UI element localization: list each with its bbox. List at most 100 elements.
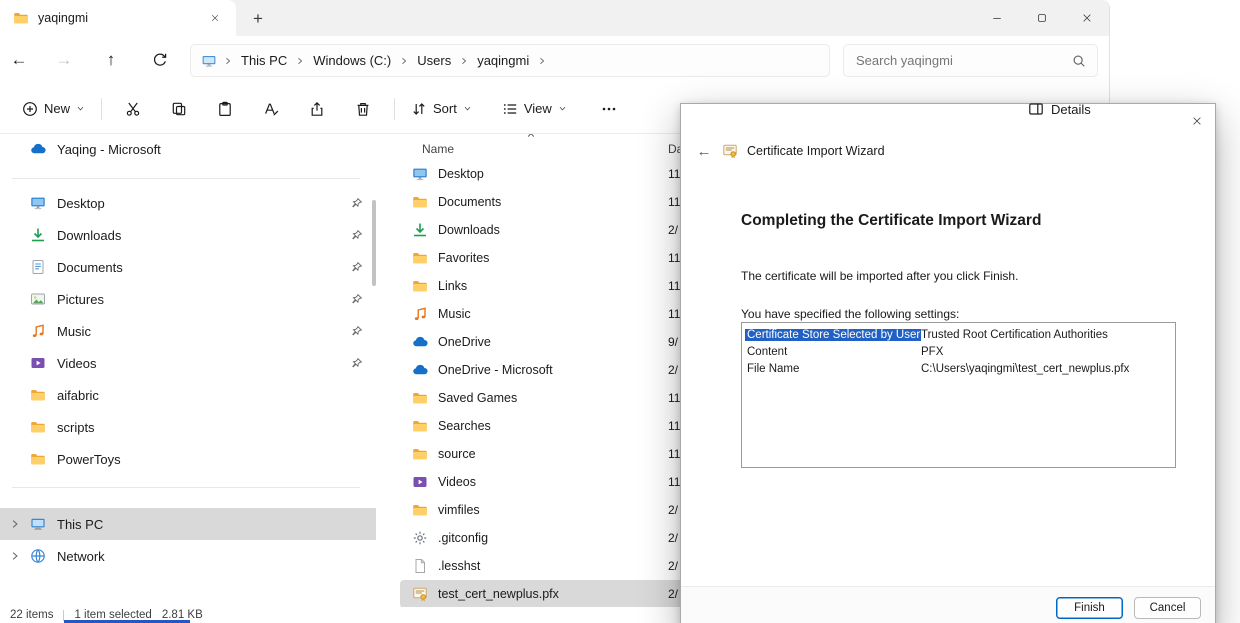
chevron-right-icon[interactable] — [399, 56, 409, 66]
sidebar-item[interactable]: PowerToys — [0, 443, 376, 475]
file-name: vimfiles — [438, 503, 480, 517]
more-options-button[interactable] — [589, 92, 629, 126]
chevron-right-icon[interactable] — [295, 56, 305, 66]
delete-button[interactable] — [340, 92, 386, 126]
more-icon — [601, 101, 617, 117]
share-button[interactable] — [294, 92, 340, 126]
pictures-icon — [30, 291, 46, 307]
delete-icon — [355, 101, 371, 117]
back-button[interactable]: ← — [0, 43, 38, 77]
minimize-button[interactable] — [974, 0, 1019, 36]
sidebar-item-label: Desktop — [57, 196, 105, 211]
view-button[interactable]: View — [494, 92, 575, 126]
chevron-right-icon[interactable] — [9, 550, 21, 562]
settings-row[interactable]: File Name C:\Users\yaqingmi\test_cert_ne… — [742, 360, 1175, 377]
sidebar-item[interactable]: Documents — [0, 251, 376, 283]
dialog-close-button[interactable] — [1182, 108, 1212, 134]
rename-button[interactable] — [248, 92, 294, 126]
file-name: Documents — [438, 195, 501, 209]
sidebar-tree-item[interactable]: Network — [0, 540, 376, 572]
setting-key: File Name — [745, 363, 801, 375]
settings-table[interactable]: Certificate Store Selected by User Trust… — [741, 322, 1176, 468]
explorer-tab[interactable]: yaqingmi — [0, 0, 236, 36]
refresh-button[interactable] — [141, 43, 179, 77]
share-icon — [309, 101, 325, 117]
file-name: Music — [438, 307, 471, 321]
chevron-right-icon[interactable] — [459, 56, 469, 66]
tab-title: yaqingmi — [38, 11, 195, 25]
cloud-icon — [412, 334, 428, 350]
dialog-title: Certificate Import Wizard — [747, 144, 885, 158]
status-divider — [63, 610, 64, 621]
sidebar-item[interactable]: scripts — [0, 411, 376, 443]
this-pc-icon — [201, 53, 217, 69]
finish-button[interactable]: Finish — [1056, 597, 1123, 619]
breadcrumb-item[interactable]: This PC — [239, 52, 289, 69]
pin-icon — [351, 293, 363, 305]
file-name: Searches — [438, 419, 491, 433]
close-button[interactable] — [1064, 0, 1109, 36]
cut-icon — [125, 101, 141, 117]
sidebar-item[interactable]: Desktop — [0, 187, 376, 219]
pin-icon — [351, 325, 363, 337]
setting-value: C:\Users\yaqingmi\test_cert_newplus.pfx — [921, 363, 1129, 375]
sidebar-item-label: PowerToys — [57, 452, 121, 467]
dialog-header: ← Certificate Import Wizard — [681, 138, 1215, 164]
search-box[interactable] — [843, 44, 1098, 77]
navigation-bar: ← → ↑ This PC Windows (C:) — [0, 36, 1109, 84]
sidebar-item[interactable]: Pictures — [0, 283, 376, 315]
sidebar-item-label: Network — [57, 549, 105, 564]
tab-close-icon[interactable] — [204, 7, 226, 29]
breadcrumb-item[interactable]: Users — [415, 52, 453, 69]
sort-button[interactable]: Sort — [403, 92, 480, 126]
copy-button[interactable] — [156, 92, 202, 126]
new-tab-button[interactable]: + — [245, 6, 271, 31]
new-button[interactable]: New — [14, 92, 93, 126]
certificate-import-wizard-dialog: ← Certificate Import Wizard Completing t… — [680, 103, 1216, 623]
folder-icon — [412, 502, 428, 518]
sidebar-item[interactable]: aifabric — [0, 379, 376, 411]
copy-icon — [171, 101, 187, 117]
breadcrumb-item[interactable]: Windows (C:) — [311, 52, 393, 69]
setting-value: PFX — [921, 346, 943, 358]
sidebar-tree-item[interactable]: This PC — [0, 508, 376, 540]
breadcrumb-item[interactable]: yaqingmi — [475, 52, 531, 69]
file-name: source — [438, 447, 476, 461]
dialog-footer: Finish Cancel — [681, 586, 1215, 623]
sidebar-item[interactable]: Downloads — [0, 219, 376, 251]
name-column-header[interactable]: Name — [422, 142, 454, 156]
sidebar-item-label: scripts — [57, 420, 95, 435]
settings-row[interactable]: Content PFX — [742, 343, 1175, 360]
sidebar-divider — [12, 178, 360, 179]
cut-button[interactable] — [110, 92, 156, 126]
sidebar-item[interactable]: Videos — [0, 347, 376, 379]
search-input[interactable] — [856, 53, 1063, 68]
desktop-icon — [30, 195, 46, 211]
settings-row[interactable]: Certificate Store Selected by User Trust… — [742, 326, 1175, 343]
certificate-icon — [722, 143, 738, 159]
document-icon — [30, 259, 46, 275]
view-icon — [502, 101, 518, 117]
folder-icon — [30, 387, 46, 403]
paste-button[interactable] — [202, 92, 248, 126]
up-button[interactable]: ↑ — [92, 43, 130, 77]
onedrive-cloud-icon — [30, 141, 46, 157]
sidebar-item[interactable]: Music — [0, 315, 376, 347]
maximize-button[interactable] — [1019, 0, 1064, 36]
network-icon — [30, 548, 46, 564]
videos-icon — [30, 355, 46, 371]
sort-icon — [411, 101, 427, 117]
details-pane-button[interactable]: Details — [1028, 92, 1109, 126]
chevron-right-icon[interactable] — [537, 56, 547, 66]
chevron-right-icon[interactable] — [223, 56, 233, 66]
forward-button[interactable]: → — [45, 43, 83, 77]
cancel-button[interactable]: Cancel — [1134, 597, 1201, 619]
chevron-right-icon[interactable] — [9, 518, 21, 530]
sidebar-item-onedrive[interactable]: Yaqing - Microsoft — [0, 134, 376, 164]
dialog-back-button[interactable]: ← — [695, 143, 713, 160]
videos-icon — [412, 474, 428, 490]
file-name: Desktop — [438, 167, 484, 181]
pin-icon — [351, 229, 363, 241]
address-bar[interactable]: This PC Windows (C:) Users — [190, 44, 830, 77]
window-controls — [974, 0, 1109, 36]
